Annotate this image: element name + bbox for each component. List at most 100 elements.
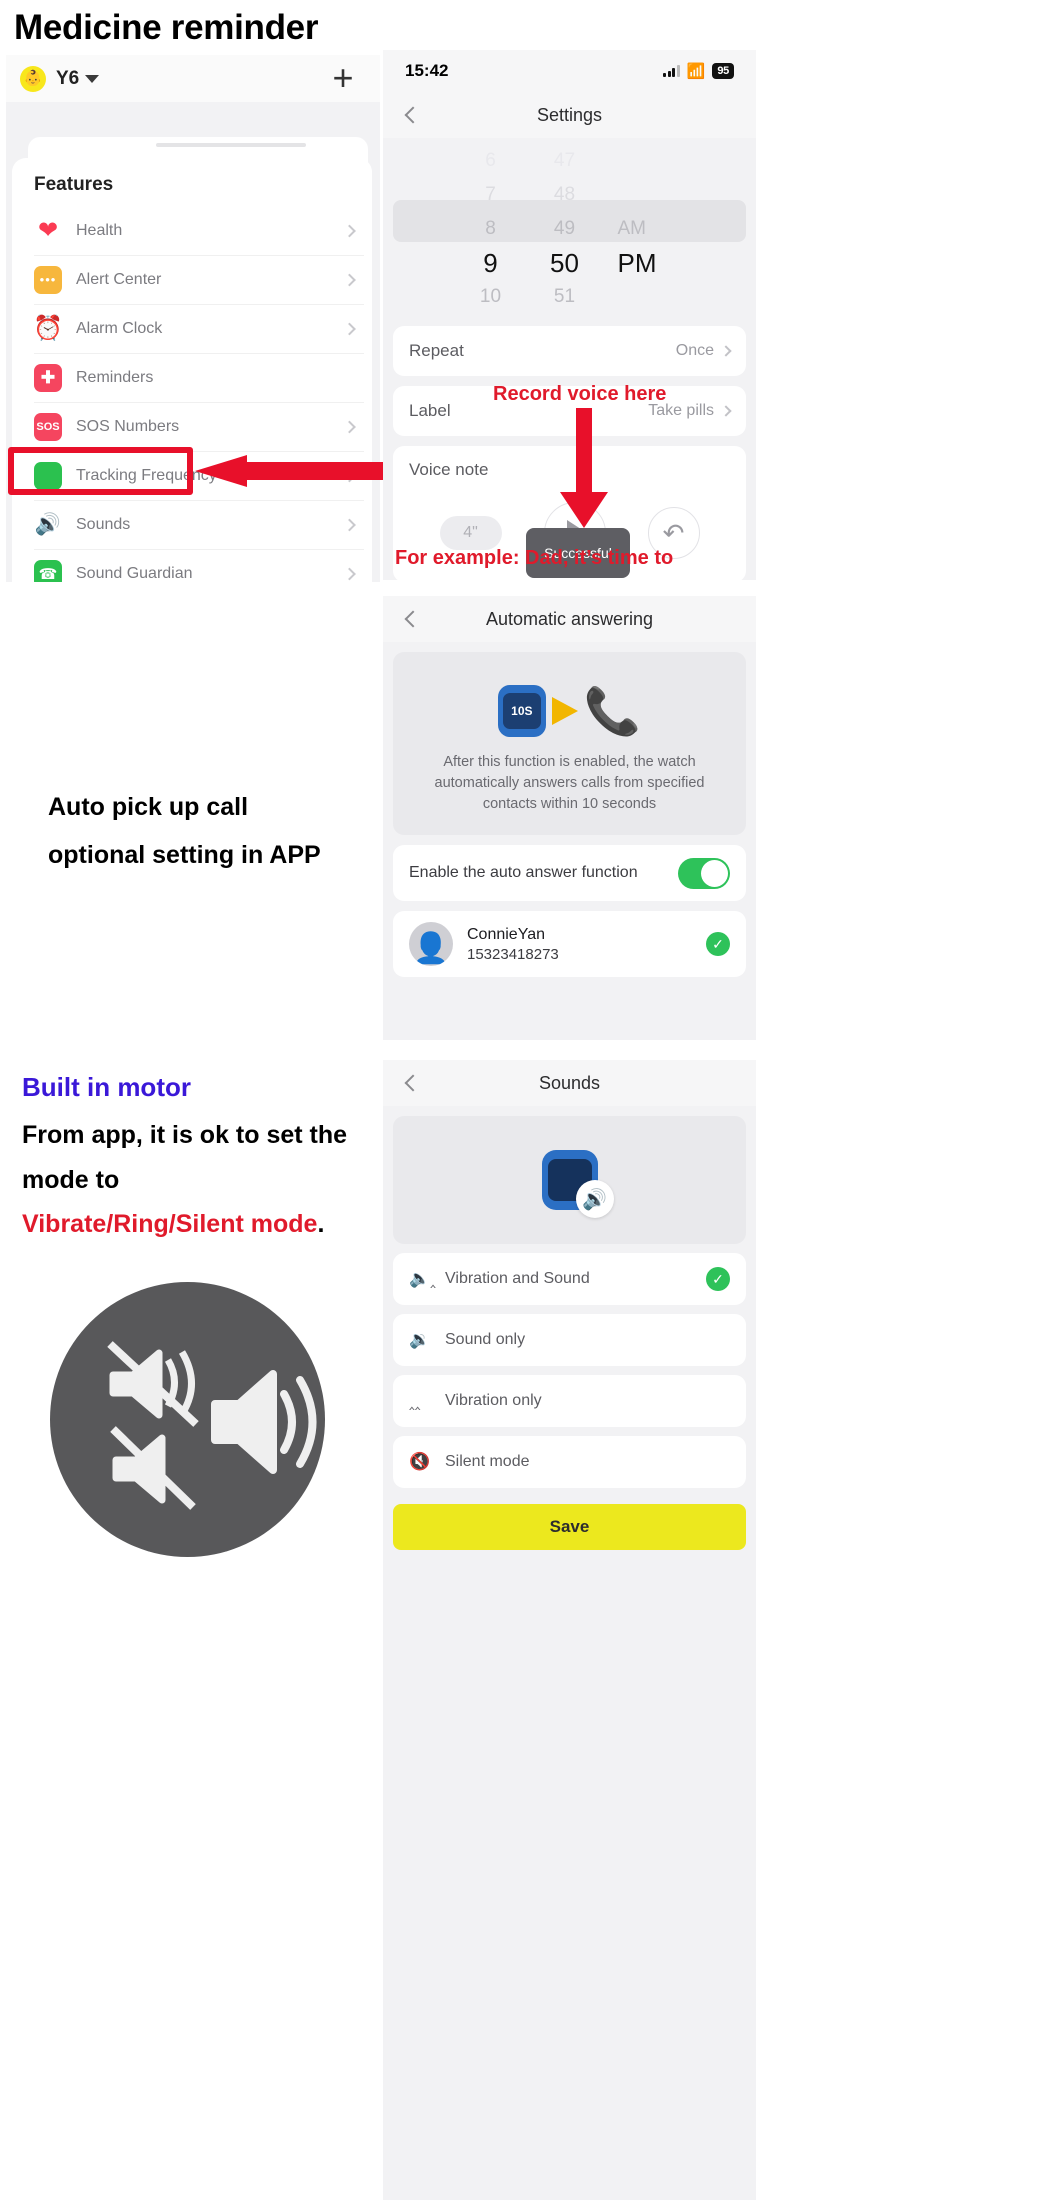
- status-bar: 15:42 📶 95: [383, 50, 756, 92]
- phone-screenshot-sounds: Sounds 🔊 🔈‸ Vibration and Sound ✓ 🔉 Soun…: [383, 1060, 756, 2200]
- hour-cell: 10: [479, 286, 502, 307]
- minute-cell: 47: [553, 150, 576, 171]
- annotation-motor-period: .: [317, 1210, 325, 1238]
- wifi-icon: 📶: [686, 63, 706, 80]
- add-button[interactable]: +: [328, 60, 358, 96]
- mode-row-sound-only[interactable]: 🔉 Sound only: [393, 1314, 746, 1366]
- phone-call-icon: 📞: [583, 684, 642, 737]
- red-arrow-down-icon: [560, 408, 608, 528]
- auto-answer-toggle-row[interactable]: Enable the auto answer function: [393, 845, 746, 902]
- hour-cell: 6: [485, 150, 496, 171]
- undo-icon: ↶: [662, 517, 685, 548]
- hour-column[interactable]: 6 7 8 9 10 11 12: [454, 144, 528, 316]
- voice-duration: 4": [439, 516, 502, 550]
- sounds-hero-card: 🔊: [393, 1116, 746, 1244]
- yellow-arrow-icon: [551, 697, 578, 725]
- auto-answer-toggle[interactable]: [678, 857, 730, 889]
- auto-answer-toggle-label: Enable the auto answer function: [409, 864, 638, 882]
- feature-label: Reminders: [76, 368, 154, 386]
- mode-label: Sound only: [445, 1331, 526, 1348]
- ampm-selected: PM: [617, 248, 657, 278]
- speaker-icon: 🔊: [34, 512, 62, 536]
- annotation-motor-modes: Vibrate/Ring/Silent mode: [22, 1210, 318, 1238]
- hour-selected: 9: [483, 248, 498, 278]
- watch-seconds-label: 10S: [502, 693, 541, 729]
- annotation-example-1: For example: Dad, it’s time to: [395, 547, 674, 569]
- feature-label: Alarm Clock: [76, 319, 163, 337]
- hour-cell: 11: [454, 314, 528, 316]
- annotation-auto-pickup-1: Auto pick up call: [48, 793, 249, 821]
- chevron-right-icon: [343, 224, 356, 237]
- hour-cell: 7: [485, 184, 496, 205]
- medkit-icon: ✚: [34, 363, 62, 392]
- red-arrow-left-icon: [195, 455, 405, 487]
- ampm-cell: AM: [617, 218, 647, 239]
- annotation-auto-pickup-2: optional setting in APP: [48, 841, 321, 869]
- contact-number: 15323418273: [467, 945, 559, 963]
- features-card: Features ❤ Health ••• Alert Center ⏰ Ala…: [12, 158, 372, 582]
- feature-label: Sound Guardian: [76, 564, 193, 582]
- contact-selected-icon: ✓: [706, 932, 730, 957]
- feature-row-sounds[interactable]: 🔊 Sounds: [12, 500, 372, 549]
- time-picker[interactable]: 6 7 8 9 10 11 12 47 48 49 50 51 52 53: [383, 138, 756, 316]
- minute-cell: 49: [553, 218, 576, 239]
- chevron-right-icon: [343, 567, 356, 580]
- feature-row-sos-numbers[interactable]: SOS SOS Numbers: [12, 402, 372, 451]
- smartwatch-icon: 🔊: [541, 1150, 614, 1218]
- chevron-down-icon[interactable]: [85, 74, 100, 83]
- mode-row-silent-mode[interactable]: 🔇 Silent mode: [393, 1436, 746, 1488]
- message-dots-icon: •••: [34, 265, 62, 294]
- nav-bar: Automatic answering: [383, 596, 756, 642]
- feature-label: SOS Numbers: [76, 417, 180, 435]
- minute-cell: 48: [553, 184, 576, 205]
- mode-label: Vibration and Sound: [445, 1270, 590, 1287]
- nav-title: Automatic answering: [485, 608, 654, 629]
- annotation-record-voice: Record voice here: [493, 383, 667, 405]
- feature-label: Sounds: [76, 515, 131, 533]
- mode-selected-icon: ✓: [706, 1267, 730, 1291]
- phone-shield-icon: ☎: [34, 559, 62, 582]
- feature-row-alert-center[interactable]: ••• Alert Center: [12, 255, 372, 304]
- toggle-knob: [701, 859, 728, 887]
- repeat-row[interactable]: Repeat Once: [393, 326, 746, 376]
- chevron-right-icon: [343, 518, 356, 531]
- child-avatar-icon[interactable]: 👶: [20, 65, 46, 92]
- feature-row-reminders[interactable]: ✚ Reminders: [12, 353, 372, 402]
- feature-row-alarm-clock[interactable]: ⏰ Alarm Clock: [12, 304, 372, 353]
- mode-label: Silent mode: [445, 1453, 530, 1470]
- battery-indicator: 95: [712, 63, 734, 79]
- speaker-waves-icon: 🔉: [409, 1330, 431, 1349]
- chevron-right-icon: [343, 273, 356, 286]
- speaker-icon: 🔊: [575, 1180, 614, 1218]
- status-time: 15:42: [405, 61, 449, 80]
- app-screenshot-panel: 👶 Y6 + Features ❤ Health ••• Alert Cente…: [6, 55, 380, 582]
- annotation-motor-line1: From app, it is ok to set the: [22, 1121, 348, 1149]
- watch-call-graphic: 10S 📞: [411, 670, 728, 752]
- features-heading: Features: [34, 174, 114, 195]
- layers-icon: [34, 461, 62, 490]
- feature-row-sound-guardian[interactable]: ☎ Sound Guardian: [12, 549, 372, 582]
- nav-title: Sounds: [538, 1072, 601, 1093]
- page-title: Medicine reminder: [14, 8, 319, 47]
- heart-icon: ❤: [37, 217, 59, 244]
- annotation-motor-line3: Vibrate/Ring/Silent mode.: [22, 1210, 324, 1239]
- speaker-vibrate-icon: 🔈‸: [409, 1269, 436, 1288]
- contact-name: ConnieYan: [467, 925, 545, 943]
- minute-selected: 50: [550, 248, 579, 278]
- mode-row-vibration-only[interactable]: ‸‸ Vibration only: [393, 1375, 746, 1427]
- ampm-column[interactable]: AM PM: [602, 144, 686, 316]
- chevron-right-icon: [343, 420, 356, 433]
- phone-screenshot-settings: 15:42 📶 95 Settings 6 7 8 9 10 11: [383, 50, 756, 580]
- save-button[interactable]: Save: [393, 1504, 746, 1550]
- minute-column[interactable]: 47 48 49 50 51 52 53: [528, 144, 602, 316]
- background-card-line: [156, 143, 306, 147]
- mode-row-vibration-and-sound[interactable]: 🔈‸ Vibration and Sound ✓: [393, 1253, 746, 1305]
- device-name[interactable]: Y6: [56, 68, 79, 90]
- annotation-motor-line2: mode to: [22, 1166, 120, 1194]
- contact-row[interactable]: 👤 ConnieYan 15323418273 ✓ Successful: [393, 911, 746, 978]
- app-topbar: 👶 Y6 +: [6, 55, 380, 102]
- feature-row-health[interactable]: ❤ Health: [12, 206, 372, 255]
- nav-bar: Settings: [383, 92, 756, 138]
- signal-bars-icon: [663, 65, 680, 77]
- nav-title: Settings: [536, 104, 603, 125]
